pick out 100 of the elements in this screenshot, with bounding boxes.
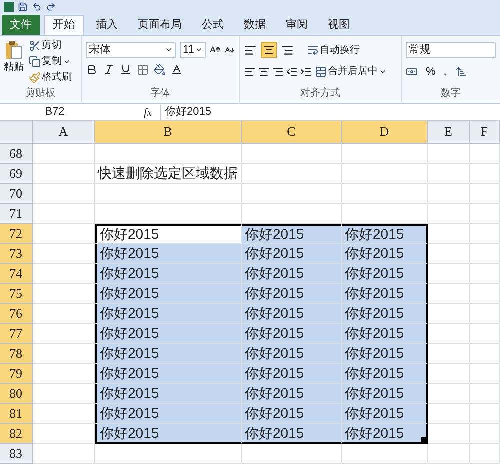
table-cell[interactable] <box>242 444 342 464</box>
table-cell[interactable]: 你好2015 <box>95 424 242 444</box>
row-header[interactable]: 72 <box>0 224 33 244</box>
table-cell[interactable] <box>428 404 470 424</box>
table-cell[interactable]: 你好2015 <box>95 404 242 424</box>
table-cell[interactable]: 你好2015 <box>342 324 428 344</box>
table-cell[interactable] <box>33 224 95 244</box>
table-cell[interactable] <box>470 144 500 164</box>
row-header[interactable]: 82 <box>0 424 33 444</box>
row-header[interactable]: 71 <box>0 204 33 224</box>
row-header[interactable]: 69 <box>0 164 33 184</box>
table-cell[interactable] <box>242 204 342 224</box>
table-cell[interactable] <box>33 284 95 304</box>
table-cell[interactable] <box>428 344 470 364</box>
paste-button[interactable]: 粘贴 <box>0 36 28 80</box>
row-header[interactable]: 75 <box>0 284 33 304</box>
table-cell[interactable] <box>470 244 500 264</box>
table-cell[interactable] <box>33 164 95 184</box>
table-cell[interactable] <box>470 224 500 244</box>
column-header[interactable]: E <box>428 121 470 143</box>
ribbon-tab[interactable]: 页面布局 <box>130 15 190 35</box>
table-cell[interactable] <box>33 424 95 444</box>
table-cell[interactable]: 你好2015 <box>342 244 428 264</box>
table-cell[interactable]: 你好2015 <box>242 324 342 344</box>
table-cell[interactable] <box>95 184 242 204</box>
table-cell[interactable] <box>428 244 470 264</box>
table-cell[interactable]: 你好2015 <box>242 264 342 284</box>
table-cell[interactable] <box>470 264 500 284</box>
table-cell[interactable] <box>470 184 500 204</box>
table-cell[interactable] <box>470 164 500 184</box>
table-cell[interactable] <box>33 184 95 204</box>
table-cell[interactable]: 你好2015 <box>95 244 242 264</box>
table-cell[interactable]: 你好2015 <box>95 344 242 364</box>
table-cell[interactable]: 你好2015 <box>342 384 428 404</box>
table-cell[interactable]: 你好2015 <box>342 284 428 304</box>
table-cell[interactable] <box>242 164 342 184</box>
row-header[interactable]: 80 <box>0 384 33 404</box>
comma-button[interactable]: , <box>444 64 447 80</box>
table-cell[interactable]: 你好2015 <box>95 304 242 324</box>
wrap-text-button[interactable]: 自动换行 <box>306 42 361 58</box>
row-header[interactable]: 81 <box>0 404 33 424</box>
table-cell[interactable] <box>33 384 95 404</box>
table-cell[interactable]: 你好2015 <box>242 404 342 424</box>
shrink-font-icon[interactable] <box>224 44 235 56</box>
middle-align-button[interactable] <box>261 42 277 58</box>
table-cell[interactable]: 你好2015 <box>95 264 242 284</box>
table-cell[interactable] <box>470 324 500 344</box>
table-cell[interactable] <box>428 264 470 284</box>
format-painter-button[interactable]: 格式刷 <box>28 70 73 85</box>
undo-icon[interactable] <box>32 2 42 12</box>
ribbon-tab[interactable]: 视图 <box>320 15 358 35</box>
fill-handle[interactable] <box>421 437 426 442</box>
column-header[interactable]: F <box>470 121 500 143</box>
table-cell[interactable]: 你好2015 <box>242 224 342 244</box>
table-cell[interactable] <box>342 184 428 204</box>
table-cell[interactable] <box>33 144 95 164</box>
table-cell[interactable]: 你好2015 <box>342 364 428 384</box>
table-cell[interactable]: 你好2015 <box>95 224 242 244</box>
table-cell[interactable] <box>470 284 500 304</box>
table-cell[interactable] <box>95 144 242 164</box>
table-cell[interactable] <box>342 164 428 184</box>
table-cell[interactable] <box>33 364 95 384</box>
table-cell[interactable] <box>470 204 500 224</box>
table-cell[interactable]: 你好2015 <box>342 304 428 324</box>
table-cell[interactable] <box>242 144 342 164</box>
table-cell[interactable]: 你好2015 <box>242 364 342 384</box>
ribbon-tab[interactable]: 插入 <box>88 15 126 35</box>
table-cell[interactable] <box>342 144 428 164</box>
table-cell[interactable]: 你好2015 <box>95 364 242 384</box>
table-cell[interactable]: 你好2015 <box>342 264 428 284</box>
table-cell[interactable]: 你好2015 <box>342 424 428 444</box>
table-cell[interactable]: 你好2015 <box>242 284 342 304</box>
ribbon-tab[interactable]: 公式 <box>194 15 232 35</box>
table-cell[interactable] <box>342 444 428 464</box>
table-cell[interactable] <box>470 344 500 364</box>
formula-field[interactable]: 你好2015 <box>160 105 500 120</box>
table-cell[interactable]: 你好2015 <box>242 384 342 404</box>
table-cell[interactable] <box>470 364 500 384</box>
table-cell[interactable] <box>470 444 500 464</box>
table-cell[interactable]: 快速删除选定区域数据 <box>95 164 242 184</box>
row-header[interactable]: 83 <box>0 444 33 464</box>
table-cell[interactable] <box>428 184 470 204</box>
table-cell[interactable] <box>470 304 500 324</box>
table-cell[interactable] <box>242 184 342 204</box>
merge-center-button[interactable]: 合并后居中 <box>314 64 388 79</box>
table-cell[interactable] <box>428 364 470 384</box>
table-cell[interactable] <box>33 324 95 344</box>
row-header[interactable]: 76 <box>0 304 33 324</box>
bottom-align-icon[interactable] <box>281 44 294 56</box>
row-header[interactable]: 70 <box>0 184 33 204</box>
table-cell[interactable] <box>428 284 470 304</box>
row-header[interactable]: 74 <box>0 264 33 284</box>
percent-button[interactable]: % <box>426 64 436 80</box>
font-size-field[interactable]: 11 <box>180 42 206 58</box>
row-header[interactable]: 77 <box>0 324 33 344</box>
table-cell[interactable] <box>33 244 95 264</box>
row-header[interactable]: 73 <box>0 244 33 264</box>
redo-icon[interactable] <box>46 2 56 12</box>
ribbon-tab[interactable]: 数据 <box>236 15 274 35</box>
table-cell[interactable] <box>428 204 470 224</box>
